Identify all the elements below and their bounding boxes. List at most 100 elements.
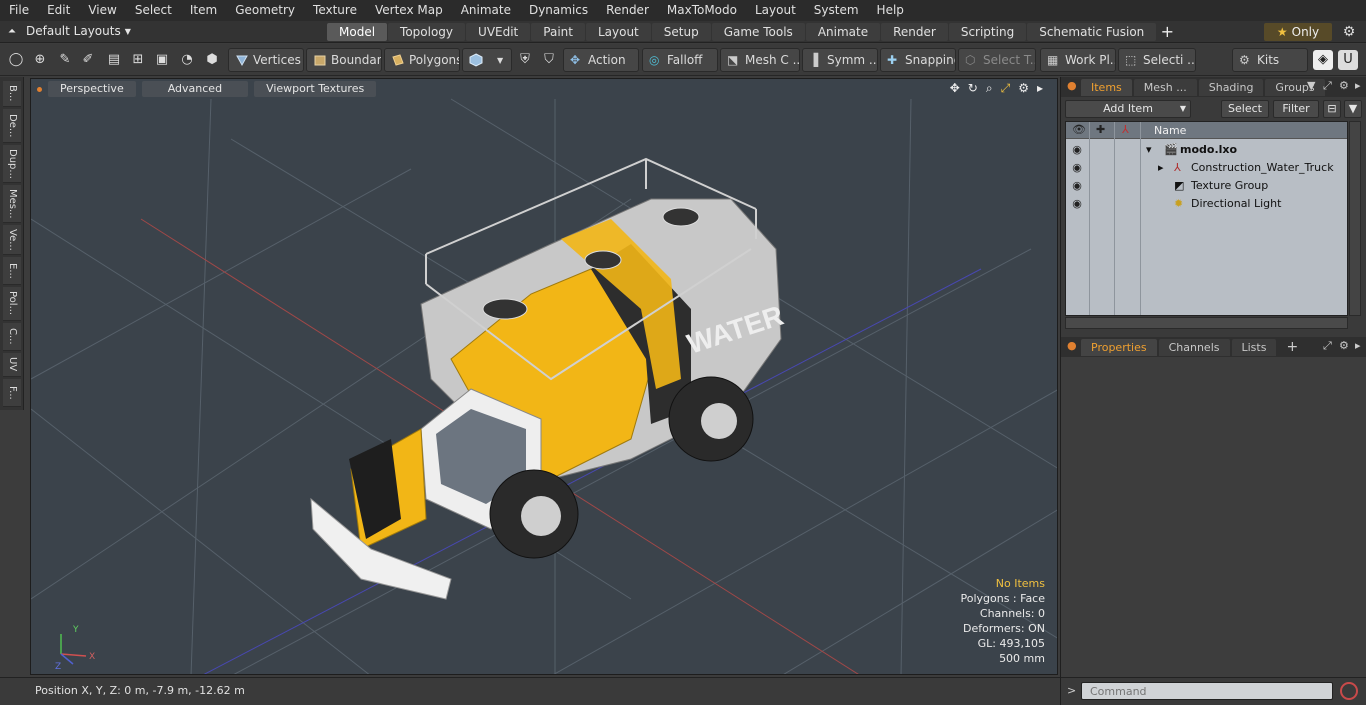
menu-system[interactable]: System (805, 0, 868, 21)
tab-shading[interactable]: Shading (1198, 78, 1264, 96)
selection-sets-button[interactable]: ⬚ Selecti ... (1118, 48, 1196, 72)
strip-tab-deform[interactable]: De... (3, 109, 21, 143)
filter-button[interactable]: Filter (1273, 100, 1319, 118)
polygons-button[interactable]: Polygons (384, 48, 460, 72)
globe-icon[interactable]: ⊕ (30, 50, 50, 70)
maximize-icon[interactable]: ⤢ (1323, 79, 1332, 93)
tab-lists[interactable]: Lists (1231, 338, 1277, 356)
circle-select-icon[interactable]: ◯ (6, 50, 26, 70)
menu-geometry[interactable]: Geometry (226, 0, 304, 21)
boundary-button[interactable]: Boundary (306, 48, 382, 72)
unreal-icon[interactable]: U (1338, 50, 1358, 70)
fit-icon[interactable]: ⤢ (1001, 81, 1011, 96)
gear-icon[interactable]: ⚙ (1340, 23, 1358, 41)
maximize-icon[interactable]: ⤢ (1323, 339, 1332, 353)
rotate-icon[interactable]: ↻ (968, 81, 978, 96)
eye-icon[interactable]: ◉ (1070, 161, 1084, 175)
layers-icon[interactable]: ▤ (104, 50, 124, 70)
menu-edit[interactable]: Edit (38, 0, 79, 21)
viewport-textures-button[interactable]: Viewport Textures (254, 81, 377, 97)
advanced-button[interactable]: Advanced (141, 81, 249, 97)
select-through-button[interactable]: ⬡ Select T... (958, 48, 1036, 72)
tab-items[interactable]: Items (1081, 78, 1132, 96)
add-tab-icon[interactable]: + (1157, 23, 1177, 41)
action-button[interactable]: ✥ Action (563, 48, 639, 72)
tree-row-scene[interactable]: ◉ ▾ 🎬 modo.lxo (1066, 141, 1347, 159)
chevron-down-icon[interactable]: ▼ (1307, 79, 1315, 92)
menu-file[interactable]: File (0, 0, 38, 21)
strip-tab-duplicate[interactable]: Dup... (3, 145, 21, 183)
menu-maxtomodo[interactable]: MaxToModo (658, 0, 746, 21)
command-input[interactable] (1081, 682, 1333, 700)
menu-vertex-map[interactable]: Vertex Map (366, 0, 452, 21)
pan-icon[interactable]: ✥ (950, 81, 960, 96)
eye-icon[interactable]: ◉ (1070, 197, 1084, 211)
kits-button[interactable]: ⚙ Kits (1232, 48, 1308, 72)
collapse-icon[interactable]: ⊟ (1323, 100, 1341, 118)
expand-right-icon[interactable]: ▸ (1037, 81, 1043, 96)
funnel-icon[interactable]: ▼ (1344, 100, 1362, 118)
square-icon[interactable]: ▣ (152, 50, 172, 70)
select-button[interactable]: Select (1221, 100, 1269, 118)
tab-paint[interactable]: Paint (531, 23, 585, 41)
panel-options-icon[interactable]: ● (1067, 339, 1077, 352)
eye-icon[interactable]: ◉ (1070, 143, 1084, 157)
shield-alt-icon[interactable]: ⛉ (539, 50, 559, 70)
menu-help[interactable]: Help (868, 0, 913, 21)
menu-animate[interactable]: Animate (452, 0, 520, 21)
expand-arrow-icon[interactable]: ▾ (1146, 143, 1152, 156)
strip-tab-uv[interactable]: UV (3, 353, 21, 377)
panel-gear-icon[interactable]: ⚙ (1339, 339, 1349, 352)
tab-groups[interactable]: Groups (1265, 78, 1325, 96)
strip-tab-curve[interactable]: C... (3, 323, 21, 351)
pen-icon[interactable]: ✎ (55, 50, 75, 70)
strip-tab-edge[interactable]: E... (3, 257, 21, 285)
strip-tab-basic[interactable]: B... (3, 81, 21, 107)
add-tab-icon[interactable]: + (1278, 339, 1306, 355)
work-plane-button[interactable]: ▦ Work Pl... (1040, 48, 1116, 72)
viewport-options-dot-icon[interactable] (37, 86, 42, 92)
menu-render[interactable]: Render (597, 0, 658, 21)
expand-right-icon[interactable]: ▸ (1355, 79, 1361, 92)
tab-properties[interactable]: Properties (1081, 338, 1157, 356)
mesh-constraint-button[interactable]: ⬔ Mesh C ... (720, 48, 800, 72)
tab-topology[interactable]: Topology (388, 23, 466, 41)
strip-tab-vertex[interactable]: Ve... (3, 225, 21, 255)
tree-vertical-scrollbar[interactable] (1349, 121, 1361, 316)
viewport-gear-icon[interactable]: ⚙ (1018, 81, 1029, 96)
expand-right-icon[interactable]: ▸ (1355, 339, 1361, 352)
add-item-button[interactable]: Add Item ▼ (1065, 100, 1191, 118)
command-history-icon[interactable]: > (1067, 684, 1076, 697)
3d-viewport[interactable]: WATER Y X Z Perspective Advanced Viewpor… (30, 78, 1058, 675)
vertices-button[interactable]: Vertices (228, 48, 304, 72)
tab-render[interactable]: Render (881, 23, 948, 41)
falloff-button[interactable]: ◎ Falloff (642, 48, 718, 72)
tab-schematic-fusion[interactable]: Schematic Fusion (1027, 23, 1157, 41)
panel-options-icon[interactable]: ● (1067, 79, 1077, 92)
strip-tab-fusion[interactable]: F... (3, 379, 21, 407)
menu-item[interactable]: Item (181, 0, 226, 21)
tab-channels[interactable]: Channels (1158, 338, 1230, 356)
tab-mesh[interactable]: Mesh ... (1133, 78, 1197, 96)
panel-gear-icon[interactable]: ⚙ (1339, 79, 1349, 92)
sphere-icon[interactable]: ◔ (177, 50, 197, 70)
tree-row-light[interactable]: ◉ ✹ Directional Light (1066, 195, 1347, 213)
tab-uvedit[interactable]: UVEdit (466, 23, 531, 41)
menu-dynamics[interactable]: Dynamics (520, 0, 597, 21)
item-mode-button[interactable]: ▼ (462, 48, 512, 72)
tree-row-mesh[interactable]: ◉ ▸ ⅄ Construction_Water_Truck (1066, 159, 1347, 177)
name-column-header[interactable]: Name (1154, 124, 1186, 137)
symmetry-button[interactable]: ▐ Symm ... (802, 48, 878, 72)
perspective-button[interactable]: Perspective (48, 81, 136, 97)
tree-row-texture-group[interactable]: ◉ ◩ Texture Group (1066, 177, 1347, 195)
layouts-dropdown[interactable]: ⏶ Default Layouts ▼ (8, 24, 131, 38)
tab-scripting[interactable]: Scripting (948, 23, 1027, 41)
tab-animate[interactable]: Animate (805, 23, 881, 41)
tab-layout[interactable]: Layout (585, 23, 651, 41)
only-toggle[interactable]: ★ Only (1264, 23, 1332, 41)
snapping-button[interactable]: ✚ Snapping (880, 48, 956, 72)
tab-model[interactable]: Model (327, 23, 388, 41)
tab-setup[interactable]: Setup (651, 23, 711, 41)
menu-texture[interactable]: Texture (304, 0, 366, 21)
brush-icon[interactable]: ✐ (78, 50, 98, 70)
